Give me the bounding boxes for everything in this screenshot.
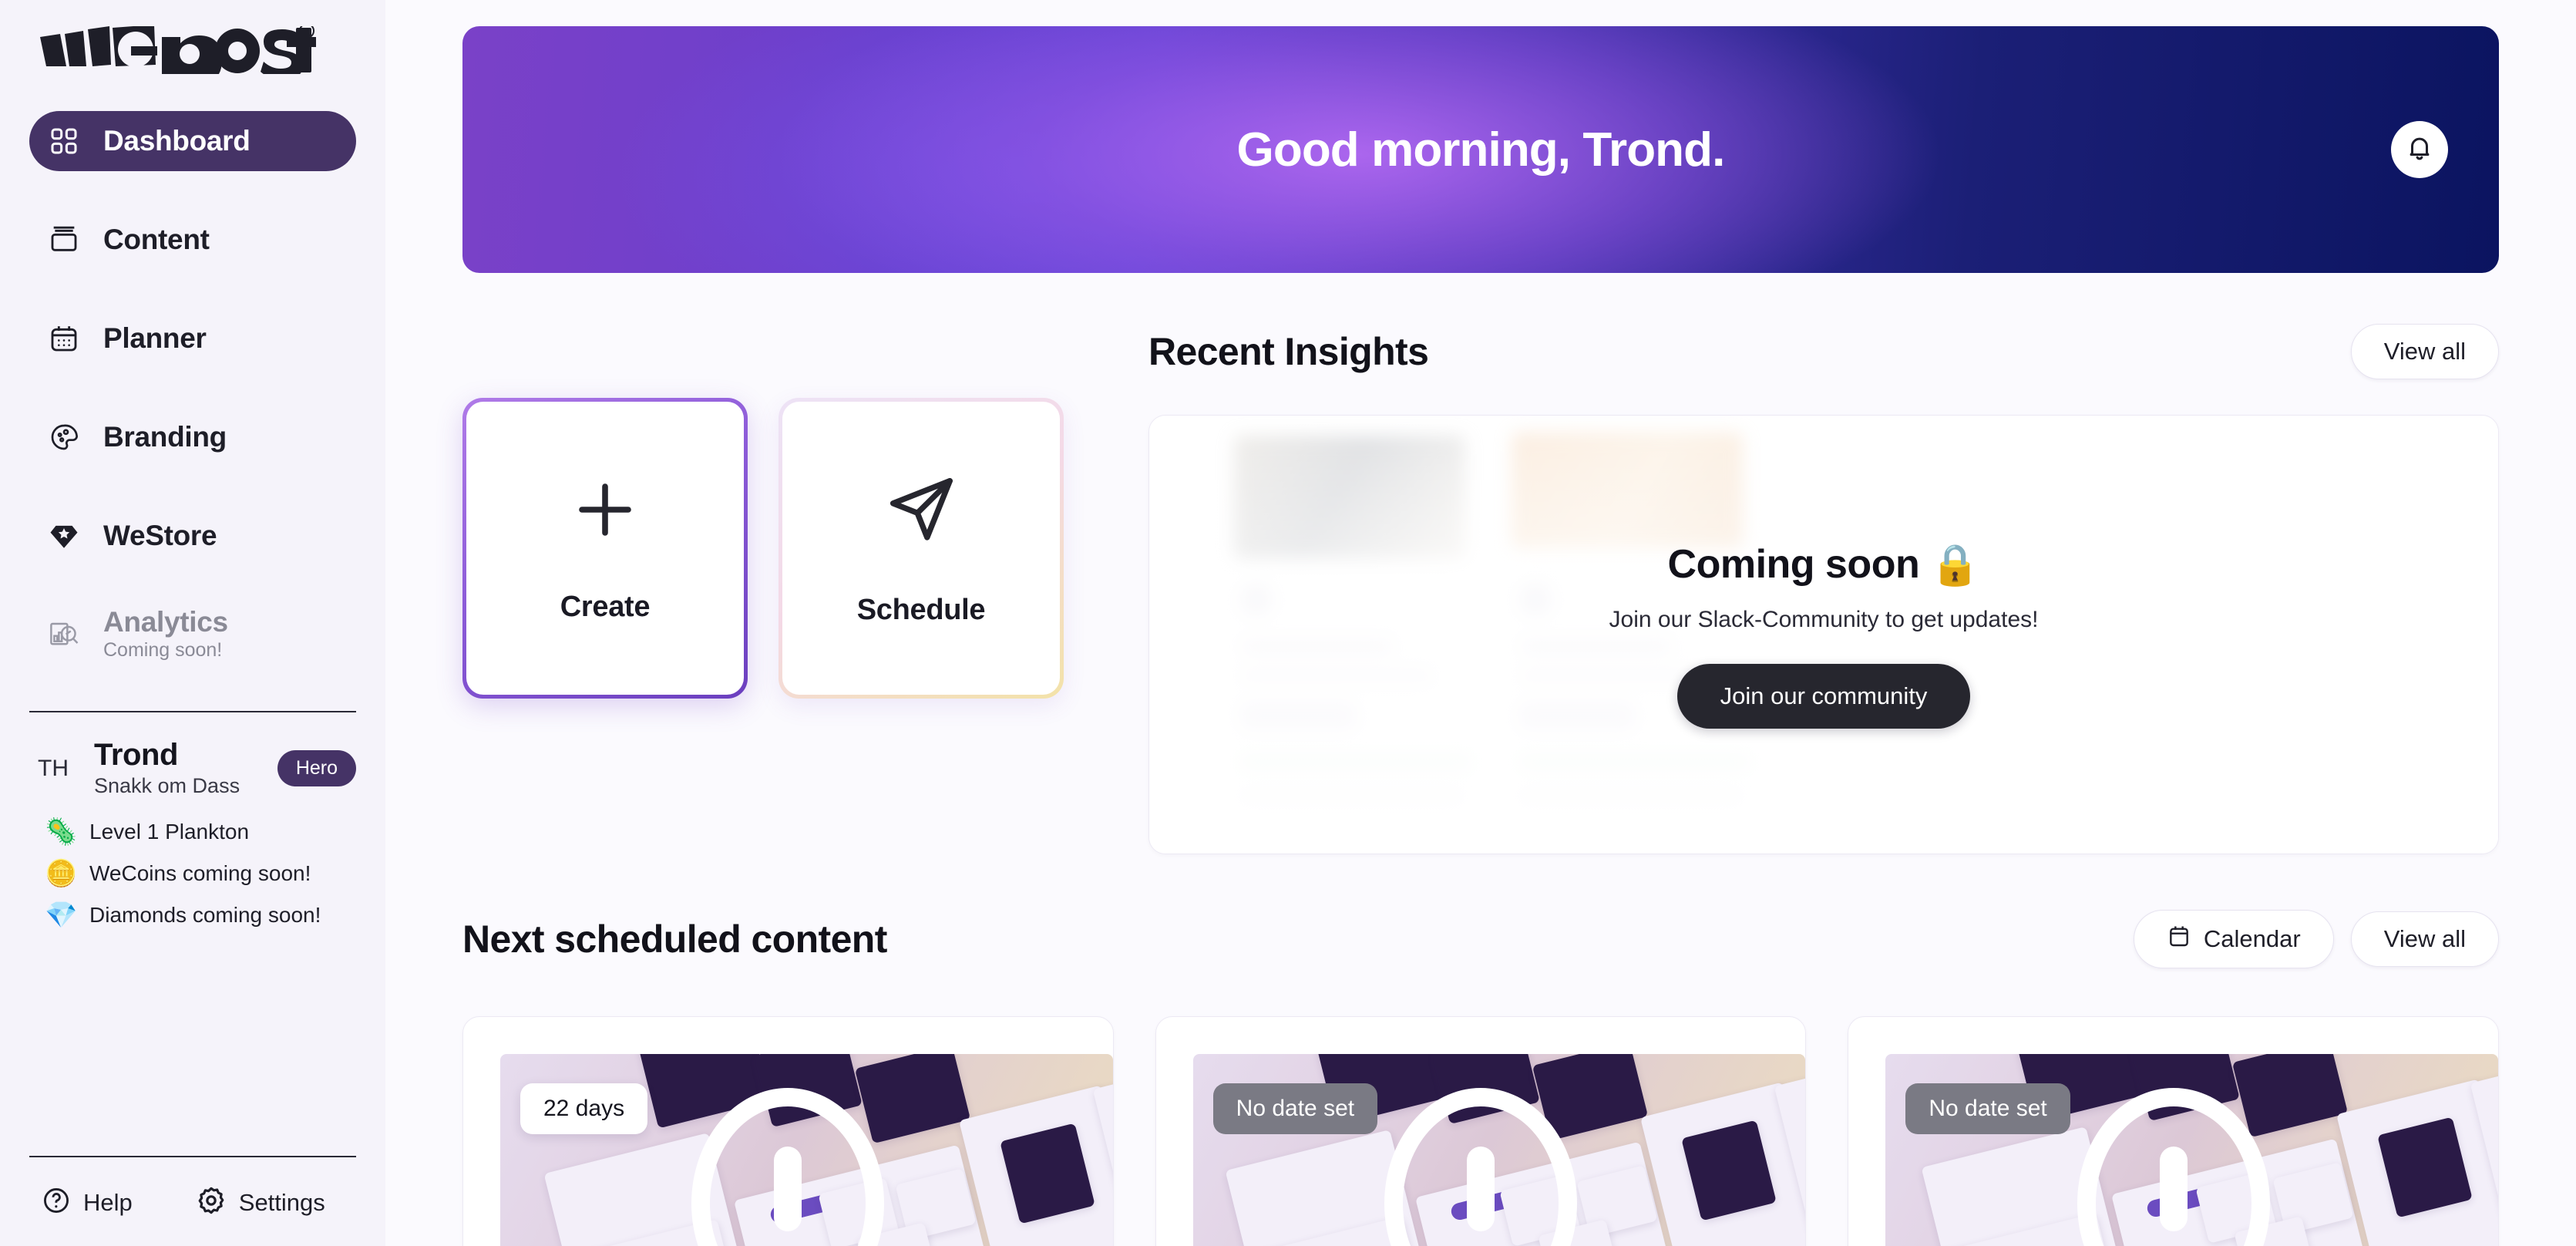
- calendar-icon: [46, 321, 82, 356]
- status-badge: Hero: [277, 750, 356, 787]
- scheduled-view-all-button[interactable]: View all: [2350, 911, 2499, 967]
- scheduled-cards: 22 days No date set No date set: [462, 1016, 2500, 1246]
- insights-card: Coming soon 🔒 Join our Slack-Community t…: [1148, 415, 2499, 854]
- exclamation-circle-icon: [2077, 1088, 2270, 1246]
- scheduled-header: Next scheduled content Calendar View all: [462, 910, 2499, 968]
- sidebar-item-dashboard[interactable]: Dashboard: [29, 111, 356, 171]
- plus-icon: [568, 473, 642, 551]
- exclamation-circle-icon: [1384, 1088, 1577, 1246]
- list-item: 🪙 WeCoins coming soon!: [45, 860, 356, 887]
- scheduled-card[interactable]: No date set: [1155, 1016, 1807, 1246]
- coins-icon: 🪙: [45, 858, 78, 888]
- grid-icon: [46, 123, 82, 159]
- sidebar-footer: Help Settings: [0, 1156, 385, 1246]
- list-item: 💎 Diamonds coming soon!: [45, 902, 356, 928]
- perk-label: WeCoins coming soon!: [89, 860, 311, 885]
- schedule-card-wrap: Schedule: [779, 398, 1064, 699]
- schedule-label: Schedule: [856, 594, 986, 626]
- insights-title: Recent Insights: [1148, 330, 1429, 373]
- scheduled-card[interactable]: No date set: [1848, 1016, 2500, 1246]
- sidebar-item-westore[interactable]: WeStore: [29, 506, 356, 566]
- sidebar-footer-divider: [29, 1156, 356, 1157]
- lock-icon: 🔒: [1930, 542, 1980, 588]
- coming-soon-title: Coming soon 🔒: [1668, 541, 1980, 588]
- perk-label: Level 1 Plankton: [89, 819, 250, 844]
- page-title: Good morning, Trond.: [1236, 123, 1726, 177]
- join-community-button[interactable]: Join our community: [1676, 663, 1971, 729]
- help-label: Help: [83, 1188, 133, 1216]
- archive-box-icon: [46, 222, 82, 258]
- diamond-icon: 💎: [45, 900, 78, 930]
- svg-text:R: R: [304, 28, 309, 36]
- coming-soon-subtitle: Join our Slack-Community to get updates!: [1609, 606, 2039, 632]
- scheduled-content-section: Next scheduled content Calendar View all: [462, 910, 2500, 1246]
- profile-subtitle: Snakk om Dass: [94, 774, 240, 797]
- perks-list: 🦠 Level 1 Plankton 🪙 WeCoins coming soon…: [0, 799, 385, 928]
- calendar-icon: [2167, 924, 2191, 955]
- notifications-button[interactable]: [2391, 121, 2448, 178]
- insights-row: Create Schedule Recent Insights View all…: [462, 324, 2499, 854]
- insights-view-all-button[interactable]: View all: [2350, 324, 2499, 379]
- main-content: Good morning, Trond. Create Schedule Rec…: [385, 0, 2576, 1246]
- app-root: R Dashboard Content Planner Branding WeS…: [0, 0, 2576, 1246]
- avatar: TH: [38, 755, 69, 781]
- scheduled-title: Next scheduled content: [462, 918, 887, 961]
- sidebar: R Dashboard Content Planner Branding WeS…: [0, 0, 385, 1246]
- quick-actions-column: Create Schedule: [462, 324, 1071, 699]
- gear-icon: [196, 1185, 227, 1220]
- calendar-label: Calendar: [2203, 925, 2301, 952]
- sidebar-item-label: WeStore: [103, 519, 217, 551]
- exclamation-circle-icon: [691, 1088, 885, 1246]
- coming-soon-text: Coming soon: [1667, 542, 1920, 587]
- plankton-icon: 🦠: [45, 817, 78, 847]
- create-label: Create: [560, 591, 651, 623]
- schedule-button[interactable]: Schedule: [782, 402, 1060, 695]
- brand-logo[interactable]: R: [0, 0, 385, 93]
- quick-actions: Create Schedule: [462, 398, 1071, 699]
- send-paper-plane-icon: [881, 470, 961, 554]
- help-button[interactable]: Help: [42, 1186, 133, 1219]
- greeting-banner: Good morning, Trond.: [462, 26, 2499, 273]
- sidebar-item-label: Content: [103, 223, 210, 255]
- sidebar-item-planner[interactable]: Planner: [29, 308, 356, 369]
- status-badge: No date set: [1212, 1083, 1378, 1134]
- calendar-button[interactable]: Calendar: [2133, 910, 2334, 968]
- question-circle-icon: [42, 1186, 71, 1219]
- sidebar-item-branding[interactable]: Branding: [29, 407, 356, 467]
- status-badge: No date set: [1905, 1083, 2070, 1134]
- settings-button[interactable]: Settings: [196, 1185, 325, 1220]
- bell-icon: [2405, 133, 2434, 167]
- perk-label: Diamonds coming soon!: [89, 902, 321, 927]
- sidebar-item-analytics[interactable]: Analytics Coming soon!: [29, 604, 356, 665]
- profile-name: Trond: [94, 738, 179, 772]
- create-button[interactable]: Create: [466, 402, 744, 695]
- list-item: 🦠 Level 1 Plankton: [45, 819, 356, 845]
- diamond-star-icon: [46, 518, 82, 554]
- sidebar-nav: Dashboard Content Planner Branding WeSto…: [0, 111, 385, 703]
- insights-column: Recent Insights View all Coming soon 🔒 J…: [1148, 324, 2499, 854]
- insights-header: Recent Insights View all: [1148, 324, 2499, 379]
- analytics-search-icon: [46, 617, 82, 652]
- profile-block[interactable]: TH Trond Snakk om Dass Hero: [0, 712, 385, 799]
- sidebar-item-label: Dashboard: [103, 124, 251, 157]
- wepost-logo-icon: R: [40, 26, 316, 74]
- settings-label: Settings: [238, 1188, 325, 1216]
- sidebar-item-content[interactable]: Content: [29, 210, 356, 270]
- sidebar-item-sublabel: Coming soon!: [103, 638, 223, 661]
- create-card-wrap: Create: [462, 398, 748, 699]
- sidebar-item-label: Analytics: [103, 606, 228, 638]
- coming-soon-overlay: Coming soon 🔒 Join our Slack-Community t…: [1149, 416, 2498, 854]
- status-badge: 22 days: [520, 1083, 648, 1134]
- sidebar-item-label: Branding: [103, 420, 227, 453]
- sidebar-item-label: Planner: [103, 322, 207, 354]
- palette-icon: [46, 419, 82, 455]
- scheduled-card[interactable]: 22 days: [462, 1016, 1114, 1246]
